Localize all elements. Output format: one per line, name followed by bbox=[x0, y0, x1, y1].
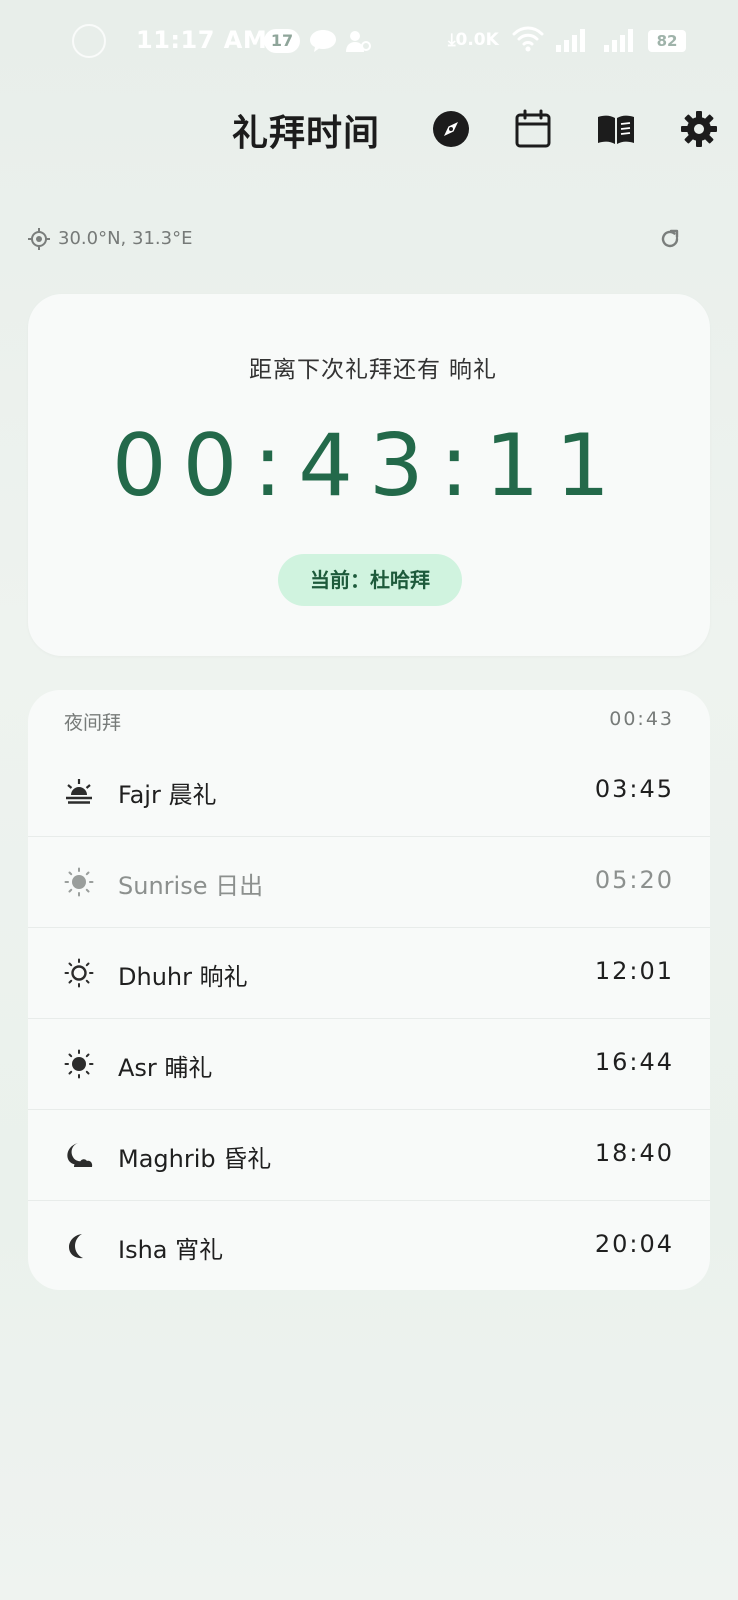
prayer-name: Asr 晡礼 bbox=[118, 1054, 213, 1082]
status-time: 11:17 AM bbox=[136, 26, 268, 54]
signal-icon-2 bbox=[604, 29, 633, 52]
prayer-name: Maghrib 昏礼 bbox=[118, 1145, 272, 1173]
location-coordinates: 30.0°N, 31.3°E bbox=[58, 228, 193, 249]
wifi-icon bbox=[512, 26, 544, 52]
battery-indicator: 82 bbox=[648, 30, 686, 52]
compass-icon[interactable] bbox=[431, 109, 471, 149]
status-bar: 11:17 AM 17 ⤓0.0K 82 bbox=[0, 0, 738, 84]
prayer-name: Sunrise 日出 bbox=[118, 872, 264, 900]
countdown-card: 距离下次礼拜还有 晌礼 00:43:11 当前：杜哈拜 bbox=[28, 294, 710, 656]
prayer-time: 12:01 bbox=[594, 957, 674, 985]
chat-icon bbox=[310, 30, 336, 52]
prayer-row-fajr[interactable]: Fajr 晨礼 03:45 bbox=[28, 746, 710, 837]
person-icon bbox=[346, 31, 371, 52]
night-prayer-row: 夜间拜 00:43 bbox=[28, 690, 710, 746]
prayer-row-sunrise[interactable]: Sunrise 日出 05:20 bbox=[28, 837, 710, 928]
prayer-name: Dhuhr 晌礼 bbox=[118, 963, 248, 991]
prayer-time: 16:44 bbox=[594, 1048, 674, 1076]
notification-count-badge: 17 bbox=[264, 29, 300, 53]
sun-dim-icon bbox=[64, 867, 94, 897]
prayer-row-asr[interactable]: Asr 晡礼 16:44 bbox=[28, 1019, 710, 1110]
prayer-row-isha[interactable]: Isha 宵礼 20:04 bbox=[28, 1201, 710, 1290]
signal-icon bbox=[556, 29, 585, 52]
prayer-time: 18:40 bbox=[594, 1139, 674, 1167]
night-prayer-label: 夜间拜 bbox=[64, 712, 122, 734]
prayer-time: 20:04 bbox=[594, 1230, 674, 1258]
prayer-times-list: 夜间拜 00:43 Fajr 晨礼 03:45 Sunrise 日出 05:20 bbox=[28, 690, 710, 1290]
sun-outline-icon bbox=[64, 958, 94, 988]
prayer-row-maghrib[interactable]: Maghrib 昏礼 18:40 bbox=[28, 1110, 710, 1201]
prayer-time: 05:20 bbox=[594, 866, 674, 894]
calendar-icon[interactable] bbox=[513, 109, 553, 149]
status-app-icon bbox=[72, 24, 106, 58]
countdown-timer: 00:43:11 bbox=[111, 416, 627, 516]
refresh-icon[interactable] bbox=[658, 227, 682, 251]
net-speed: ⤓0.0K bbox=[448, 30, 499, 50]
countdown-label: 距离下次礼拜还有 晌礼 bbox=[28, 350, 710, 384]
sunrise-horizon-icon bbox=[66, 779, 92, 804]
prayer-row-dhuhr[interactable]: Dhuhr 晌礼 12:01 bbox=[28, 928, 710, 1019]
gear-icon[interactable] bbox=[679, 109, 719, 149]
prayer-time: 03:45 bbox=[594, 775, 674, 803]
prayer-name: Fajr 晨礼 bbox=[118, 781, 217, 809]
current-prayer-badge: 当前：杜哈拜 bbox=[278, 554, 462, 606]
night-prayer-time: 00:43 bbox=[609, 708, 674, 730]
moon-clouds-icon bbox=[67, 1143, 93, 1167]
location-crosshair-icon bbox=[28, 228, 50, 250]
crescent-moon-icon bbox=[69, 1234, 83, 1259]
sun-filled-icon bbox=[64, 1049, 94, 1079]
next-prayer-name: 晌礼 bbox=[449, 357, 497, 383]
countdown-label-text: 距离下次礼拜还有 bbox=[249, 357, 441, 383]
prayer-name: Isha 宵礼 bbox=[118, 1236, 224, 1264]
quran-book-icon[interactable] bbox=[596, 109, 636, 149]
page-title: 礼拜时间 bbox=[232, 113, 381, 154]
